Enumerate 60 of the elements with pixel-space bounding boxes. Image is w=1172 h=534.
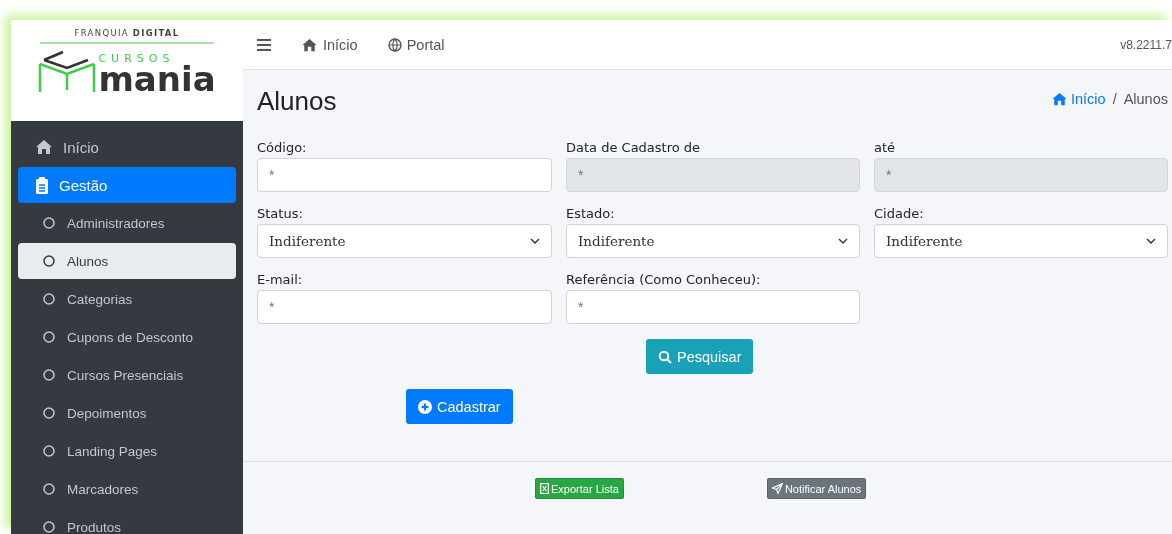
- search-icon: [658, 349, 672, 364]
- chevron-down-icon: [838, 238, 848, 244]
- paper-plane-icon: [771, 483, 783, 494]
- field-label: Referência (Como Conheceu):: [566, 272, 762, 287]
- logo-word: mania: [98, 64, 216, 94]
- clipboard-icon: [35, 176, 49, 194]
- breadcrumb-link[interactable]: Início: [1050, 91, 1106, 107]
- version-label: v8.2211.7: [1120, 37, 1172, 52]
- circle-icon: [43, 293, 55, 305]
- field-label: Status:: [257, 206, 304, 221]
- select-field[interactable]: Indiferente: [257, 224, 552, 258]
- sidebar-item[interactable]: Início: [18, 129, 236, 165]
- sidebar-item[interactable]: Alunos: [18, 243, 236, 279]
- page-title: Alunos: [257, 85, 337, 117]
- breadcrumb-current: Alunos: [1123, 91, 1168, 107]
- home-icon: [301, 37, 318, 52]
- field-label: Código:: [257, 140, 308, 155]
- circle-icon: [43, 217, 55, 229]
- brand-tagline: FRANQUIA DIGITAL: [40, 28, 214, 44]
- field-label: Cidade:: [874, 206, 925, 221]
- select-field[interactable]: Indiferente: [874, 224, 1168, 258]
- breadcrumb-separator: /: [1112, 91, 1117, 107]
- circle-icon: [43, 407, 55, 419]
- file-icon: [540, 483, 549, 494]
- circle-icon: [43, 521, 55, 533]
- circle-icon: [43, 331, 55, 343]
- field-label: Data de Cadastro de: [566, 140, 702, 155]
- sidebar-item[interactable]: Gestão: [18, 167, 236, 203]
- sidebar-item[interactable]: Marcadores: [18, 471, 236, 507]
- field-label: até: [874, 140, 897, 155]
- sidebar-item[interactable]: Cursos Presenciais: [18, 357, 236, 393]
- nav-link[interactable]: Início: [301, 36, 358, 53]
- home-icon: [1050, 92, 1068, 106]
- sidebar-item[interactable]: Categorias: [18, 281, 236, 317]
- sidebar-item[interactable]: Administradores: [18, 205, 236, 241]
- input-field[interactable]: *: [566, 290, 860, 324]
- field-label: Estado:: [566, 206, 616, 221]
- create-button[interactable]: Cadastrar: [406, 389, 513, 424]
- menu-icon[interactable]: [257, 38, 271, 51]
- sidebar-item[interactable]: Cupons de Desconto: [18, 319, 236, 355]
- circle-icon: [43, 445, 55, 457]
- chevron-down-icon: [1146, 238, 1156, 244]
- select-field[interactable]: Indiferente: [566, 224, 860, 258]
- sidebar-item[interactable]: Landing Pages: [18, 433, 236, 469]
- chevron-down-icon: [530, 238, 540, 244]
- circle-icon: [43, 483, 55, 495]
- circle-icon: [43, 255, 55, 267]
- sidebar-item[interactable]: Produtos: [18, 509, 236, 534]
- home-icon: [35, 139, 53, 155]
- globe-icon: [387, 37, 402, 52]
- nav-link[interactable]: Portal: [387, 36, 445, 53]
- input-field[interactable]: *: [257, 158, 552, 192]
- input-field[interactable]: *: [257, 290, 552, 324]
- mortarboard-logo-icon: [38, 50, 97, 94]
- circle-icon: [43, 369, 55, 381]
- sidebar-item[interactable]: Depoimentos: [18, 395, 236, 431]
- field-label: E-mail:: [257, 272, 304, 287]
- notify-button[interactable]: Notificar Alunos: [766, 478, 867, 499]
- logo-word: CURSOS: [98, 53, 176, 64]
- plus-circle-icon: [418, 399, 432, 414]
